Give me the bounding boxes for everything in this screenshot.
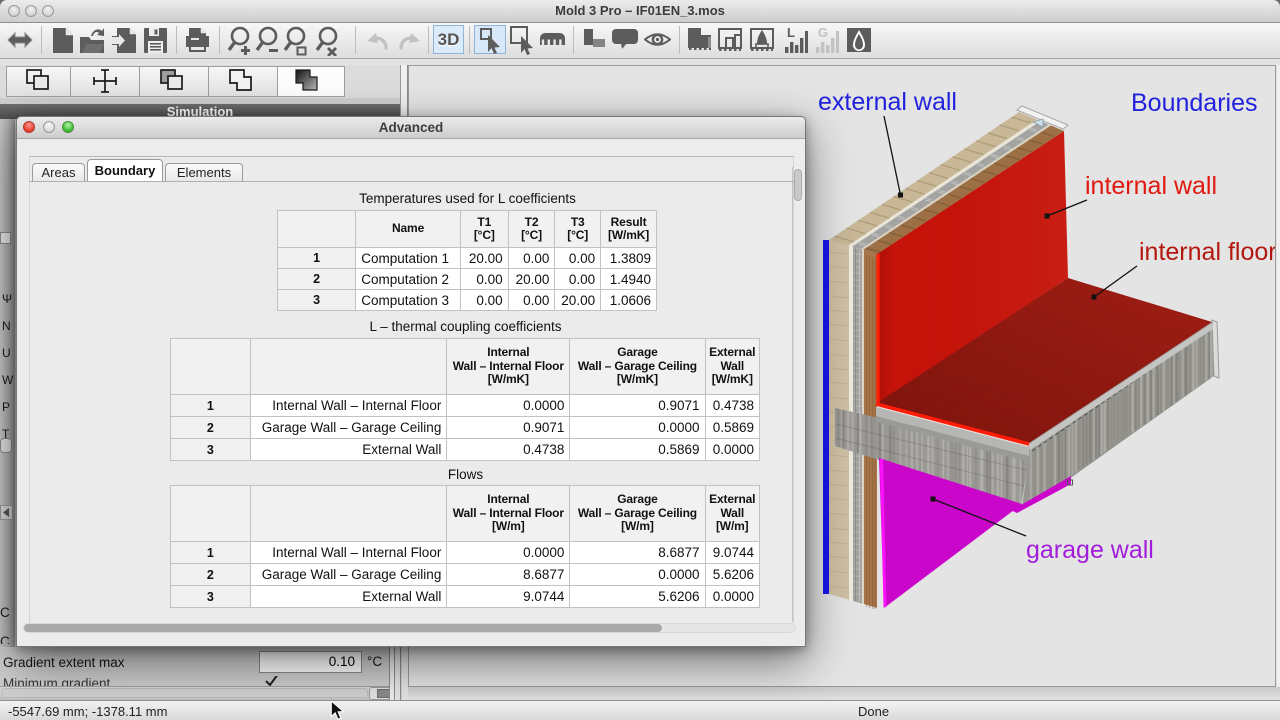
svg-text:G: G	[818, 26, 828, 40]
svg-text:Boundaries: Boundaries	[1131, 89, 1257, 117]
svg-text:internal wall: internal wall	[1085, 172, 1217, 200]
svg-text:external wall: external wall	[818, 88, 957, 116]
svg-text:garage wall: garage wall	[1026, 536, 1154, 564]
svg-text:internal floor: internal floor	[1139, 238, 1276, 266]
svg-text:L: L	[787, 26, 795, 40]
